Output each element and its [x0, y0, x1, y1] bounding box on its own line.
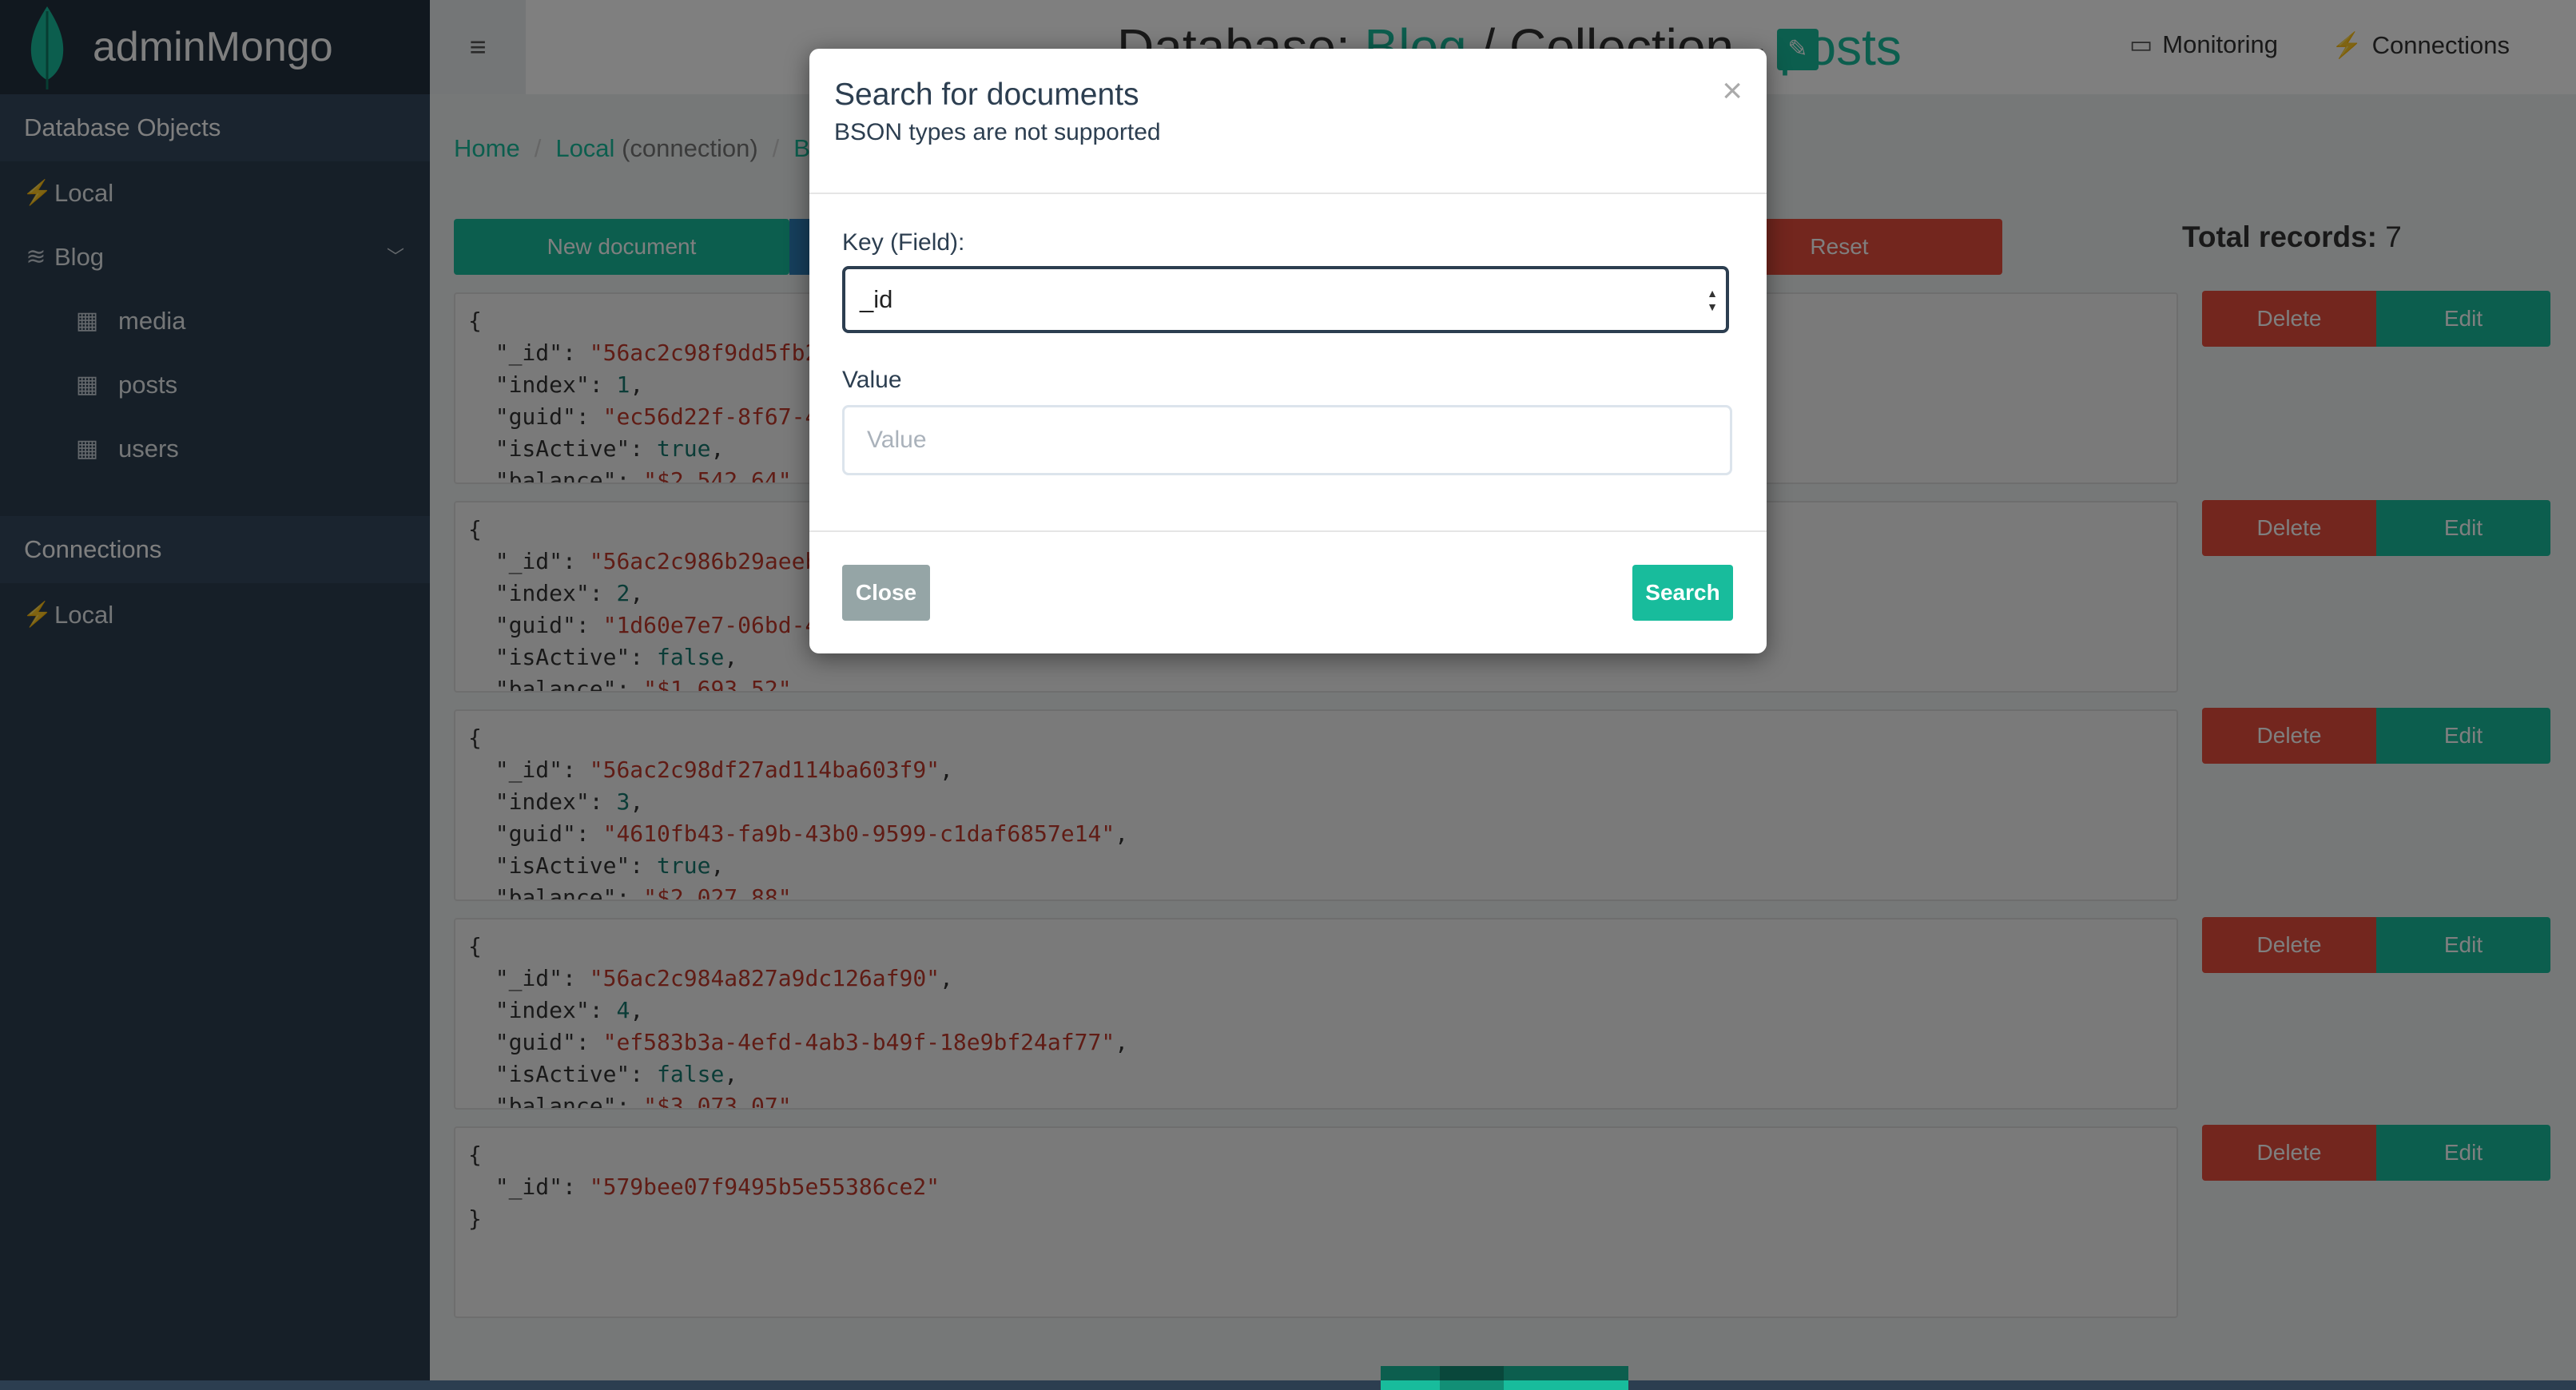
modal-header: Search for documents BSON types are not … — [809, 49, 1767, 194]
search-documents-modal: Search for documents BSON types are not … — [809, 49, 1767, 653]
key-field-value: _id — [860, 285, 893, 313]
search-button[interactable]: Search — [1632, 565, 1733, 621]
value-input[interactable] — [842, 405, 1732, 475]
key-field-label: Key (Field): — [842, 229, 965, 256]
modal-title: Search for documents — [834, 77, 1139, 112]
close-button[interactable]: Close — [842, 565, 930, 621]
value-field-label: Value — [842, 367, 902, 393]
modal-subtitle: BSON types are not supported — [834, 119, 1161, 145]
select-arrows-icon: ▲ ▼ — [1707, 287, 1718, 313]
modal-footer-divider — [809, 530, 1767, 532]
key-field-select[interactable]: _id ▲ ▼ — [842, 266, 1729, 333]
close-icon[interactable]: × — [1722, 71, 1743, 111]
